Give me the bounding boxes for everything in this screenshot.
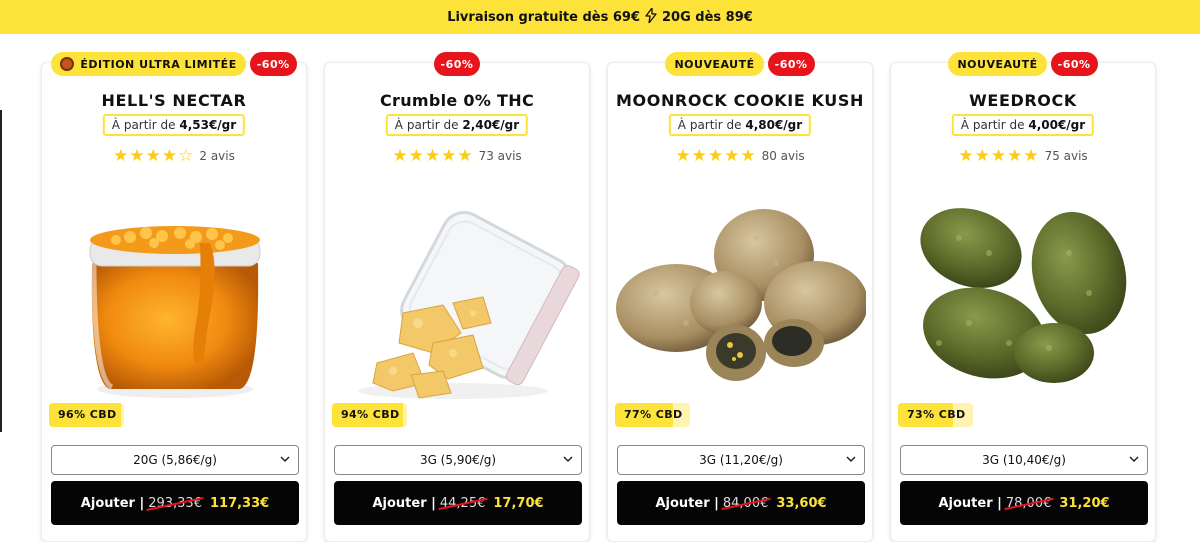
star-icon: ★ <box>113 146 129 165</box>
chevron-down-icon <box>846 456 856 463</box>
star-icon: ★ <box>958 146 974 165</box>
star-icon: ★ <box>161 146 178 165</box>
product-badges: -60% <box>325 52 589 76</box>
cbd-level-bar: 96% CBD <box>49 403 124 427</box>
product-image-moonrock-buds[interactable] <box>616 193 866 408</box>
star-icon: ★ <box>707 146 724 165</box>
product-title[interactable]: MOONROCK COOKIE KUSH <box>608 91 872 110</box>
new-badge: NOUVEAUTÉ <box>665 52 764 76</box>
chevron-down-icon <box>1129 456 1139 463</box>
sale-price: 17,70€ <box>493 495 544 511</box>
discount-badge: -60% <box>433 52 481 76</box>
shipping-banner: Livraison gratuite dès 69€ 20G dès 89€ <box>0 0 1200 34</box>
star-icon: ★ <box>990 146 1007 165</box>
sale-price: 31,20€ <box>1059 495 1110 511</box>
product-badges: NOUVEAUTÉ -60% <box>891 52 1155 76</box>
price-from-box: À partir de 4,53€/gr <box>102 114 246 136</box>
add-to-cart-button[interactable]: Ajouter | 78,00€ 31,20€ <box>900 481 1148 525</box>
discount-badge: -60% <box>767 52 815 76</box>
weight-select[interactable]: 3G (10,40€/g) <box>900 445 1148 475</box>
product-card-hells-nectar[interactable]: ÉDITION ULTRA LIMITÉE -60% HELL'S NECTAR… <box>41 52 307 542</box>
star-icon: ★ <box>724 146 740 165</box>
star-icon: ★ <box>441 146 457 165</box>
product-card-crumble[interactable]: -60% Crumble 0% THC À partir de 2,40€/gr… <box>324 52 590 542</box>
star-icon: ★ <box>129 146 145 165</box>
old-price: 293,33€ <box>148 495 202 511</box>
lightning-bolt-icon <box>645 6 657 27</box>
star-icon: ★ <box>1007 146 1023 165</box>
devil-emoji-icon <box>60 57 75 71</box>
star-rating[interactable]: ★ ★ ★ ★ ★ 80 avis <box>608 147 872 164</box>
product-image-weedrock-buds[interactable] <box>899 193 1149 408</box>
cbd-level-bar: 73% CBD <box>898 403 973 427</box>
product-title[interactable]: WEEDROCK <box>891 91 1155 110</box>
review-count[interactable]: 75 avis <box>1045 149 1088 163</box>
product-badges: NOUVEAUTÉ -60% <box>608 52 872 76</box>
star-outline-icon: ☆ <box>178 146 194 165</box>
product-image-crumble-jar[interactable] <box>333 193 583 408</box>
star-icon: ★ <box>691 146 707 165</box>
discount-badge: -60% <box>1050 52 1098 76</box>
star-icon: ★ <box>675 146 691 165</box>
add-to-cart-button[interactable]: Ajouter | 44,25€ 17,70€ <box>334 481 582 525</box>
product-title[interactable]: HELL'S NECTAR <box>42 91 306 110</box>
price-from-box: À partir de 2,40€/gr <box>385 114 529 136</box>
chevron-down-icon <box>563 456 573 463</box>
chevron-down-icon <box>280 456 290 463</box>
star-rating[interactable]: ★ ★ ★ ★ ★ 73 avis <box>325 147 589 164</box>
price-from-box: À partir de 4,80€/gr <box>668 114 812 136</box>
add-to-cart-button[interactable]: Ajouter | 84,00€ 33,60€ <box>617 481 865 525</box>
product-card-weedrock[interactable]: NOUVEAUTÉ -60% WEEDROCK À partir de 4,00… <box>890 52 1156 542</box>
product-card-moonrock[interactable]: NOUVEAUTÉ -60% MOONROCK COOKIE KUSH À pa… <box>607 52 873 542</box>
product-image-honey-jar[interactable] <box>50 193 300 408</box>
weight-select[interactable]: 20G (5,86€/g) <box>51 445 299 475</box>
page-divider <box>0 110 2 432</box>
sale-price: 117,33€ <box>209 495 270 511</box>
old-price: 44,25€ <box>439 495 486 511</box>
add-to-cart-button[interactable]: Ajouter | 293,33€ 117,33€ <box>51 481 299 525</box>
review-count[interactable]: 2 avis <box>199 149 235 163</box>
price-from-box: À partir de 4,00€/gr <box>951 114 1095 136</box>
limited-edition-badge: ÉDITION ULTRA LIMITÉE <box>51 52 246 76</box>
cbd-level-bar: 94% CBD <box>332 403 407 427</box>
old-price: 78,00€ <box>1005 495 1052 511</box>
star-icon: ★ <box>408 146 424 165</box>
review-count[interactable]: 73 avis <box>479 149 522 163</box>
product-title[interactable]: Crumble 0% THC <box>325 91 589 110</box>
star-icon: ★ <box>392 146 408 165</box>
banner-text-right: 20G dès 89€ <box>662 9 753 25</box>
old-price: 84,00€ <box>722 495 769 511</box>
star-rating[interactable]: ★ ★ ★ ★ ★ 75 avis <box>891 147 1155 164</box>
sale-price: 33,60€ <box>776 495 827 511</box>
cbd-level-bar: 77% CBD <box>615 403 690 427</box>
star-icon: ★ <box>974 146 990 165</box>
product-badges: ÉDITION ULTRA LIMITÉE -60% <box>42 52 306 76</box>
star-icon: ★ <box>424 146 441 165</box>
discount-badge: -60% <box>249 52 297 76</box>
weight-select[interactable]: 3G (11,20€/g) <box>617 445 865 475</box>
review-count[interactable]: 80 avis <box>762 149 805 163</box>
star-icon: ★ <box>740 146 756 165</box>
star-rating[interactable]: ★ ★ ★ ★ ☆ 2 avis <box>42 147 306 164</box>
weight-select[interactable]: 3G (5,90€/g) <box>334 445 582 475</box>
star-icon: ★ <box>457 146 473 165</box>
star-icon: ★ <box>1023 146 1039 165</box>
new-badge: NOUVEAUTÉ <box>948 52 1047 76</box>
banner-text-left: Livraison gratuite dès 69€ <box>447 9 640 25</box>
star-icon: ★ <box>145 146 161 165</box>
